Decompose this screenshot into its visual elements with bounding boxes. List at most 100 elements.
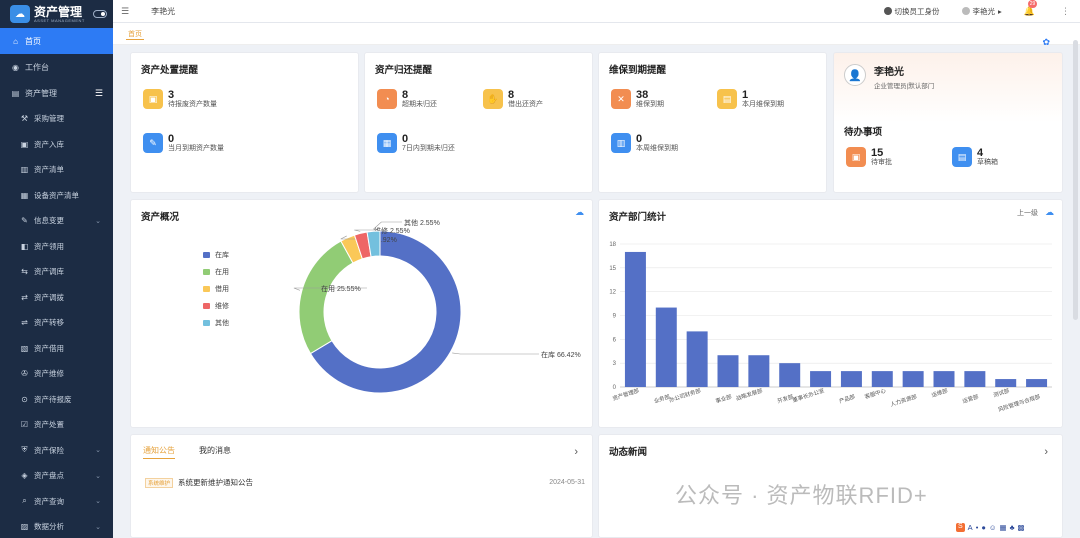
sidebar-item-9[interactable]: ⇆ 资产调库 bbox=[0, 259, 113, 285]
stat-maint-due[interactable]: ✕ 38 维保到期 bbox=[611, 89, 664, 109]
y-tick-label: 15 bbox=[609, 266, 616, 272]
sidebar-item-label: 资产待报废 bbox=[34, 394, 72, 404]
stat-pending-scrap[interactable]: ▣ 3 待报废资产数量 bbox=[143, 89, 217, 109]
sidebar-item-13[interactable]: ✇ 资产维修 bbox=[0, 361, 113, 387]
ime-mic-icon[interactable]: ● bbox=[981, 523, 986, 532]
sidebar-item-5[interactable]: ▥ 资产清单 bbox=[0, 157, 113, 183]
sidebar-item-label: 数据分析 bbox=[34, 522, 64, 532]
bar-2[interactable] bbox=[686, 331, 708, 387]
chevron-right-icon[interactable]: › bbox=[574, 446, 578, 458]
stat-maint-week[interactable]: ▥ 0 本周维保到期 bbox=[611, 133, 678, 153]
sidebar-item-label: 设备资产清单 bbox=[34, 190, 79, 200]
ime-emoji-icon[interactable]: ☺ bbox=[989, 523, 997, 532]
stat-number: 8 bbox=[508, 89, 515, 102]
breadcrumb: 李艳光 bbox=[151, 6, 176, 16]
todo-approval[interactable]: ▣ 15 待审批 bbox=[846, 147, 892, 167]
sidebar-item-14[interactable]: ⊙ 资产待报废 bbox=[0, 387, 113, 413]
sidebar-item-12[interactable]: ▧ 资产借用 bbox=[0, 336, 113, 362]
ime-lang-icon[interactable]: A bbox=[968, 523, 973, 532]
sidebar-item-4[interactable]: ▣ 资产入库 bbox=[0, 132, 113, 158]
collapse-menu-icon[interactable]: ☰ bbox=[121, 6, 129, 17]
theme-toggle[interactable] bbox=[93, 10, 107, 18]
bar-10[interactable] bbox=[933, 371, 955, 387]
tab-messages[interactable]: 我的消息 bbox=[199, 445, 231, 456]
y-tick-label: 0 bbox=[613, 385, 617, 391]
pie-slice-1[interactable] bbox=[298, 240, 354, 355]
x-tick-label: 产品部 bbox=[838, 392, 857, 405]
sidebar-item-15[interactable]: ☑ 资产处置 bbox=[0, 412, 113, 438]
ime-keyboard-icon[interactable]: ▦ bbox=[1000, 523, 1007, 532]
sidebar-item-17[interactable]: ◈ 资产盘点 ⌄ bbox=[0, 463, 113, 489]
chevron-right-icon[interactable]: › bbox=[1044, 446, 1048, 458]
bar-12[interactable] bbox=[995, 379, 1017, 387]
user-menu[interactable]: 李艳光 ▸ bbox=[961, 6, 1002, 17]
sidebar-item-0[interactable]: ⌂ 首页 bbox=[0, 28, 113, 54]
bar-3[interactable] bbox=[717, 355, 739, 387]
donut-chart: 在库 66.42%在用 25.55%借用 2.92%维修 2.55%其他 2.5… bbox=[293, 218, 581, 394]
sidebar-item-18[interactable]: ⌕ 资产查询 ⌄ bbox=[0, 489, 113, 515]
stat-number: 0 bbox=[636, 133, 643, 146]
logo: ☁ 资产管理 ASSET MANAGEMENT bbox=[0, 0, 113, 28]
sidebar-item-10[interactable]: ⇄ 资产调拨 bbox=[0, 285, 113, 311]
insurance-icon: ⛨ bbox=[21, 445, 28, 455]
stat-lent[interactable]: ✋ 8 借出还资产 bbox=[483, 89, 543, 109]
ime-dot-icon[interactable]: • bbox=[976, 523, 979, 532]
ime-logo-icon[interactable]: S bbox=[956, 523, 965, 532]
notification-bell-icon[interactable]: 🔔 29 bbox=[1024, 0, 1038, 17]
menu-list-icon[interactable]: ☰ bbox=[95, 88, 103, 99]
bar-4[interactable] bbox=[748, 355, 770, 387]
stat-number: 4 bbox=[977, 147, 984, 160]
bar-0[interactable] bbox=[624, 251, 646, 387]
sidebar-item-6[interactable]: ▦ 设备资产清单 bbox=[0, 183, 113, 209]
sidebar-item-label: 资产保险 bbox=[34, 445, 64, 455]
disposal-reminder-card: 资产处置提醒 ▣ 3 待报废资产数量 ✎ 0 当月到期资产数量 bbox=[130, 52, 359, 193]
avatar[interactable]: 👤 bbox=[844, 64, 866, 86]
sidebar-nav: ⌂ 首页 ◉ 工作台 ▤ 资产管理 ☰ ⚒ 采购管理 ▣ 资产入库 ▥ 资产清单 ▦ 设备资产清单 ✎ 信息变更… bbox=[0, 28, 113, 538]
pie-label-line bbox=[452, 352, 539, 355]
tab-home[interactable]: 首页 bbox=[126, 29, 144, 40]
sidebar-item-8[interactable]: ◧ 资产领用 bbox=[0, 234, 113, 260]
sidebar-item-16[interactable]: ⛨ 资产保险 ⌄ bbox=[0, 438, 113, 464]
ime-grid-icon[interactable]: ▩ bbox=[1018, 523, 1025, 532]
maintenance-reminder-card: 维保到期提醒 ✕ 38 维保到期 ▤ 1 本月维保到期 ▥ 0 本周维保到期 bbox=[598, 52, 827, 193]
tab-notice[interactable]: 通知公告 bbox=[143, 445, 175, 459]
sidebar-item-3[interactable]: ⚒ 采购管理 bbox=[0, 106, 113, 132]
stat-label: 7日内到期未归还 bbox=[402, 145, 455, 153]
pie-label: 在用 25.55% bbox=[321, 284, 361, 293]
bar-7[interactable] bbox=[840, 371, 862, 387]
sidebar-item-19[interactable]: ▨ 数据分析 ⌄ bbox=[0, 514, 113, 538]
cart-icon: ⚒ bbox=[20, 114, 29, 124]
more-icon[interactable]: ⋮ bbox=[1061, 6, 1070, 17]
x-tick-label: 运营部 bbox=[961, 392, 980, 405]
bar-8[interactable] bbox=[871, 371, 893, 387]
stat-overdue[interactable]: ◔ 8 超期未归还 bbox=[377, 89, 437, 109]
sidebar-item-7[interactable]: ✎ 信息变更 ⌄ bbox=[0, 208, 113, 234]
sidebar-item-label: 工作台 bbox=[25, 62, 49, 72]
switch-role-button[interactable]: 切换员工身份 bbox=[883, 6, 940, 17]
query-icon: ⌕ bbox=[22, 496, 27, 506]
notice-date: 2024-05-31 bbox=[549, 479, 585, 486]
stat-7day[interactable]: ▦ 0 7日内到期未归还 bbox=[377, 133, 455, 153]
sidebar-item-label: 资产转移 bbox=[34, 318, 64, 328]
scrap-pending-icon: ⊙ bbox=[21, 394, 28, 404]
bar-6[interactable] bbox=[810, 371, 832, 387]
stat-maint-month[interactable]: ▤ 1 本月维保到期 bbox=[717, 89, 784, 109]
bar-13[interactable] bbox=[1026, 379, 1048, 387]
ime-shirt-icon[interactable]: ♣ bbox=[1010, 523, 1015, 532]
gear-icon[interactable]: ✿ bbox=[1042, 37, 1050, 48]
stat-month-expire[interactable]: ✎ 0 当月到期资产数量 bbox=[143, 133, 224, 153]
y-tick-label: 12 bbox=[609, 290, 616, 296]
x-tick-label: 人力资源部 bbox=[889, 392, 918, 408]
bar-5[interactable] bbox=[779, 363, 801, 387]
sidebar-item-1[interactable]: ◉ 工作台 bbox=[0, 54, 113, 80]
chevron-down-icon: ⌄ bbox=[95, 447, 101, 455]
todo-drafts[interactable]: ▤ 4 草稿箱 bbox=[952, 147, 998, 167]
x-tick-label: 事业部 bbox=[714, 392, 733, 405]
notice-row[interactable]: 系统维护 系统更新维护通知公告 2024-05-31 bbox=[145, 477, 585, 488]
sidebar-item-11[interactable]: ⇌ 资产转移 bbox=[0, 310, 113, 336]
bar-9[interactable] bbox=[902, 371, 924, 387]
bar-11[interactable] bbox=[964, 371, 986, 387]
bar-1[interactable] bbox=[655, 307, 677, 387]
sidebar-item-2[interactable]: ▤ 资产管理 ☰ bbox=[0, 80, 113, 106]
scrollbar[interactable] bbox=[1073, 40, 1078, 320]
